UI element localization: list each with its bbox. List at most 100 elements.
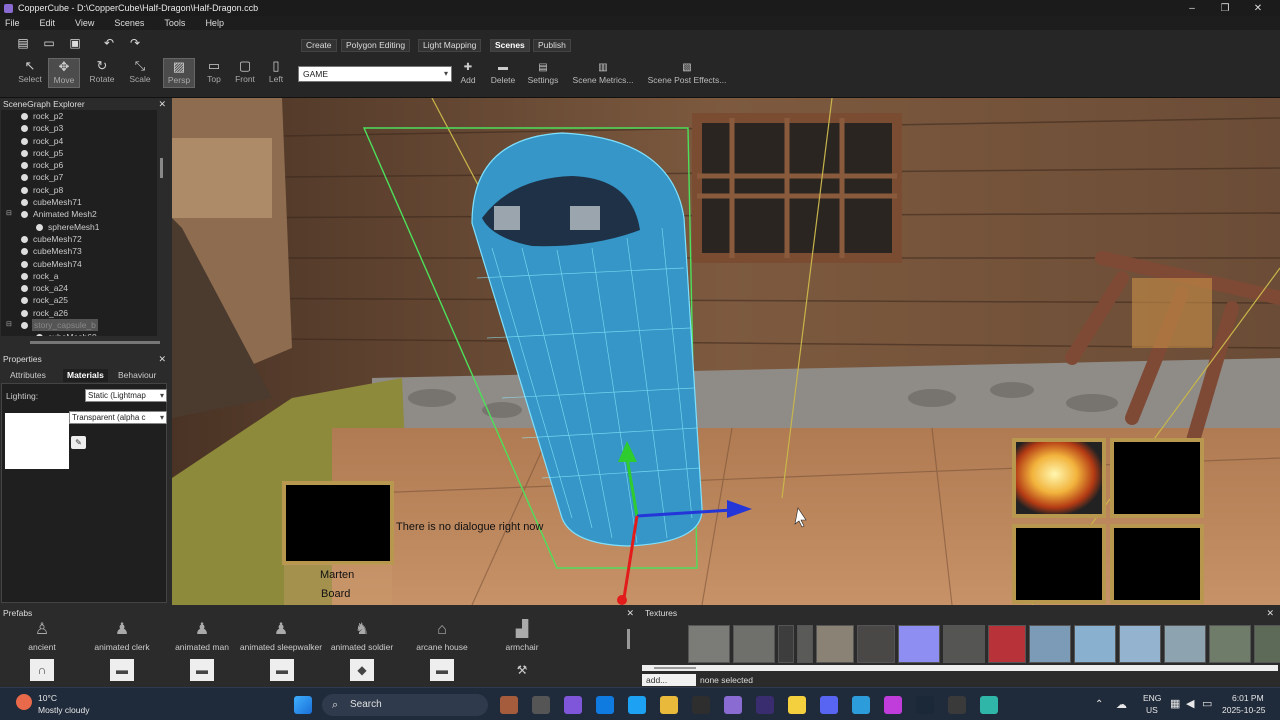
- prefabs-vscroll[interactable]: [624, 625, 634, 685]
- move-tool-button[interactable]: ✥ Move: [48, 58, 80, 88]
- add-texture-button[interactable]: add...: [642, 674, 696, 686]
- scene-post-effects-button[interactable]: ▧ Scene Post Effects...: [645, 62, 729, 85]
- textures-hscroll[interactable]: [642, 665, 1278, 671]
- lighting-select[interactable]: Static (Lightmap ▾: [85, 389, 167, 402]
- undo-icon[interactable]: ↶: [102, 36, 116, 50]
- menu-edit[interactable]: Edit: [40, 18, 56, 28]
- scene-metrics-button[interactable]: ▥ Scene Metrics...: [570, 62, 636, 85]
- tab-polygon-editing[interactable]: Polygon Editing: [341, 39, 411, 52]
- texture-thumbnail[interactable]: [857, 625, 895, 663]
- maximize-button[interactable]: ❐: [1209, 0, 1241, 16]
- scene-settings-button[interactable]: ▤ Settings: [525, 62, 561, 85]
- app-icon[interactable]: [884, 696, 902, 714]
- tree-node[interactable]: rock_a25: [1, 294, 167, 306]
- tree-node[interactable]: rock_p7: [1, 171, 167, 183]
- network-icon[interactable]: ▦: [1170, 697, 1180, 710]
- battery-icon[interactable]: ▭: [1202, 697, 1212, 710]
- texture-thumbnail[interactable]: [1029, 625, 1071, 663]
- prefab-item[interactable]: ♟ animated clerk: [82, 618, 162, 652]
- cloud-icon[interactable]: ☁: [1116, 698, 1127, 711]
- texture-thumbnail[interactable]: [797, 625, 813, 663]
- redo-icon[interactable]: ↷: [128, 36, 142, 50]
- scenegraph-vscroll[interactable]: [157, 110, 167, 336]
- app-icon[interactable]: [756, 696, 774, 714]
- prefab-item[interactable]: ♟ animated man: [162, 618, 242, 652]
- prefab-item[interactable]: ♙ ancient: [2, 618, 82, 652]
- weather-temp[interactable]: 10°C: [38, 693, 57, 703]
- menu-file[interactable]: File: [5, 18, 20, 28]
- weather-desc[interactable]: Mostly cloudy: [38, 705, 90, 715]
- texture-thumbnail[interactable]: [778, 625, 794, 663]
- browser-icon[interactable]: [628, 696, 646, 714]
- close-icon[interactable]: ✕: [1266, 607, 1274, 619]
- scene-select[interactable]: GAME ▾: [298, 66, 452, 82]
- steam-icon[interactable]: [916, 696, 934, 714]
- add-scene-button[interactable]: ✚ Add: [458, 62, 478, 85]
- copilot-icon[interactable]: [564, 696, 582, 714]
- photos-icon[interactable]: [852, 696, 870, 714]
- menu-help[interactable]: Help: [205, 18, 224, 28]
- arch-icon[interactable]: ∩: [30, 659, 54, 681]
- inventory-slot-empty[interactable]: [1110, 438, 1204, 518]
- scenegraph-tree[interactable]: rock_p2 rock_p3 rock_p4 rock_p5 rock_p6 …: [1, 110, 167, 336]
- tab-publish[interactable]: Publish: [533, 39, 571, 52]
- close-icon[interactable]: ✕: [158, 98, 166, 110]
- bench-icon[interactable]: ▬: [430, 659, 454, 681]
- left-view-button[interactable]: ▯ Left: [260, 58, 292, 88]
- tree-node[interactable]: rock_p3: [1, 122, 167, 134]
- texture-thumbnail[interactable]: [1074, 625, 1116, 663]
- texture-thumbnail[interactable]: [1119, 625, 1161, 663]
- folder-icon[interactable]: [660, 696, 678, 714]
- tree-node[interactable]: ⊟ Animated Mesh2: [1, 208, 167, 220]
- select-tool-button[interactable]: ↖ Select: [14, 58, 46, 88]
- gizmo-z-handle[interactable]: [617, 595, 627, 605]
- tree-node[interactable]: rock_a26: [1, 307, 167, 319]
- tree-node[interactable]: sphereMesh1: [1, 221, 167, 233]
- material-texture-preview[interactable]: [5, 413, 69, 469]
- texture-thumbnail[interactable]: [943, 625, 985, 663]
- texture-thumbnail[interactable]: [898, 625, 940, 663]
- edge-browser-icon[interactable]: [596, 696, 614, 714]
- texture-thumbnail[interactable]: [1254, 625, 1280, 663]
- texture-thumbnail[interactable]: [988, 625, 1026, 663]
- tree-node[interactable]: rock_p4: [1, 135, 167, 147]
- tree-node[interactable]: cubeMesh71: [1, 196, 167, 208]
- delete-scene-button[interactable]: ▬ Delete: [488, 62, 518, 85]
- tab-create[interactable]: Create: [301, 39, 337, 52]
- tab-attributes[interactable]: Attributes: [6, 369, 50, 382]
- front-view-button[interactable]: ▢ Front: [229, 58, 261, 88]
- tree-node[interactable]: cubeMesh72: [1, 233, 167, 245]
- tree-node[interactable]: rock_a24: [1, 282, 167, 294]
- volume-icon[interactable]: ◀: [1186, 697, 1194, 710]
- tree-node[interactable]: rock_a: [1, 270, 167, 282]
- clock-date[interactable]: 2025-10-25: [1222, 705, 1265, 715]
- language-top[interactable]: ENG: [1143, 693, 1161, 703]
- terminal-icon[interactable]: [692, 696, 710, 714]
- close-icon[interactable]: ✕: [158, 353, 166, 365]
- texture-picker-button[interactable]: ✎: [71, 436, 86, 449]
- windows-start-icon[interactable]: [294, 696, 312, 714]
- chevron-up-icon[interactable]: ⌃: [1095, 699, 1103, 710]
- prefab-item[interactable]: ♞ animated soldier: [322, 618, 402, 652]
- rotate-tool-button[interactable]: ↻ Rotate: [86, 58, 118, 88]
- taskbar-search[interactable]: ⌕ Search: [322, 694, 488, 716]
- close-button[interactable]: ✕: [1242, 0, 1274, 16]
- texture-thumbnail[interactable]: [1164, 625, 1206, 663]
- bench-icon[interactable]: ▬: [190, 659, 214, 681]
- tree-node[interactable]: rock_p8: [1, 184, 167, 196]
- settings-icon[interactable]: [948, 696, 966, 714]
- tree-node[interactable]: rock_p6: [1, 159, 167, 171]
- tab-materials[interactable]: Materials: [63, 369, 108, 382]
- tree-node[interactable]: rock_p5: [1, 147, 167, 159]
- inventory-slot-empty[interactable]: [1012, 524, 1106, 604]
- bench-icon[interactable]: ▬: [110, 659, 134, 681]
- tree-node[interactable]: cubeMesh74: [1, 258, 167, 270]
- inventory-slot-fireball[interactable]: [1012, 438, 1106, 518]
- texture-thumbnail[interactable]: [688, 625, 730, 663]
- tree-node-selected[interactable]: ⊟ story_capsule_b: [1, 319, 167, 332]
- language-bottom[interactable]: US: [1146, 705, 1158, 715]
- tree-node[interactable]: cubeMesh60: [1, 331, 167, 336]
- top-view-button[interactable]: ▭ Top: [198, 58, 230, 88]
- menu-tools[interactable]: Tools: [164, 18, 185, 28]
- texture-thumbnail[interactable]: [816, 625, 854, 663]
